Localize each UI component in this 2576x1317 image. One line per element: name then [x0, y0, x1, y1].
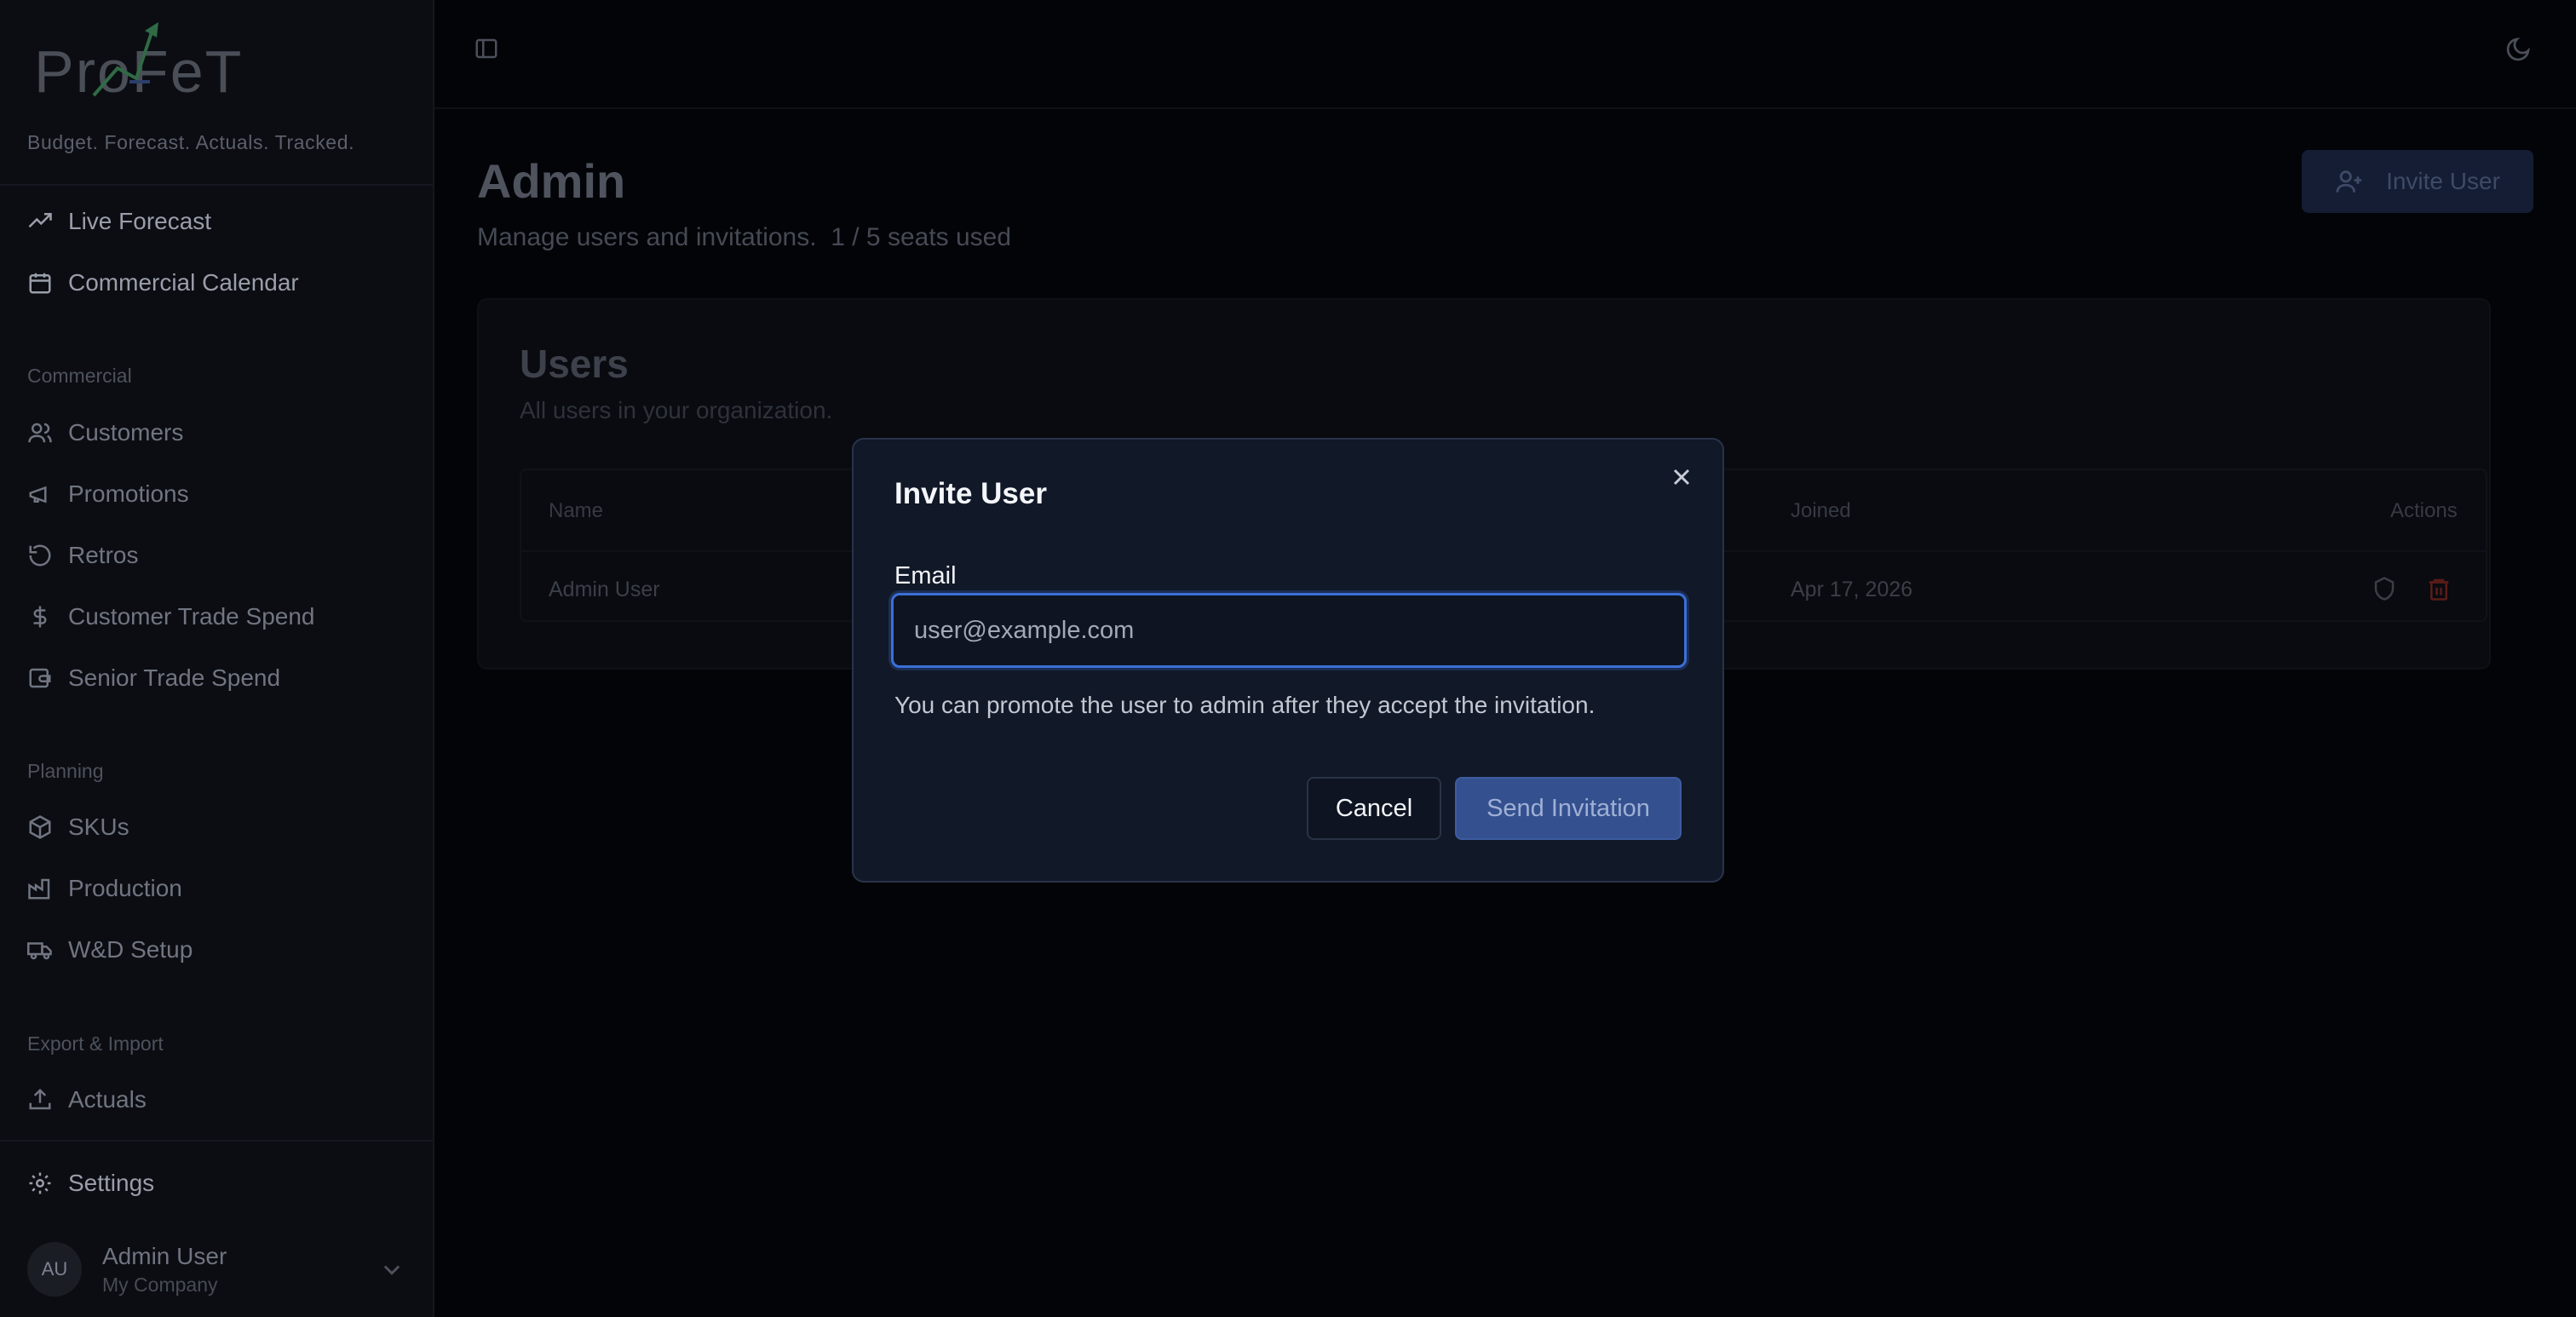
chevron-down-icon[interactable]: [380, 1257, 404, 1281]
sidebar-item-label: Settings: [68, 1170, 155, 1196]
sidebar-item-label: Customer Trade Spend: [68, 603, 315, 630]
shield-icon[interactable]: [2372, 576, 2397, 601]
megaphone-icon: [29, 486, 47, 503]
sidebar-item-actuals[interactable]: Actuals: [27, 1076, 147, 1124]
sidebar-toggle-icon[interactable]: [474, 36, 499, 61]
send-invitation-button[interactable]: Send Invitation: [1455, 777, 1682, 840]
profet-logo: ProFeT: [34, 22, 241, 105]
sidebar-item-settings[interactable]: Settings: [27, 1159, 154, 1207]
upload-icon: [29, 1088, 51, 1110]
dollar-sign-icon: [33, 606, 47, 628]
calendar-icon: [29, 273, 51, 294]
sidebar-item-label: Commercial Calendar: [68, 269, 299, 296]
user-info: Admin User My Company: [102, 1243, 227, 1297]
user-plus-icon: [2336, 170, 2362, 193]
user-company: My Company: [102, 1273, 218, 1296]
invite-user-button[interactable]: Invite User: [2302, 150, 2533, 213]
cancel-button[interactable]: Cancel: [1307, 777, 1441, 840]
sidebar-item-label: W&D Setup: [68, 936, 193, 963]
sidebar-item-label: Promotions: [68, 480, 189, 507]
close-icon[interactable]: [1668, 463, 1695, 491]
sidebar-item-wd-setup[interactable]: W&D Setup: [27, 926, 193, 974]
truck-icon: [27, 942, 52, 960]
rotate-ccw-icon: [29, 544, 51, 566]
sidebar-item-commercial-calendar[interactable]: Commercial Calendar: [27, 259, 299, 307]
sidebar-item-promotions[interactable]: Promotions: [27, 470, 189, 518]
page-title: Admin: [477, 154, 626, 208]
trending-up-icon: [28, 213, 52, 228]
users-card-title: Users: [520, 342, 629, 386]
section-label-export-import: Export & Import: [27, 1032, 164, 1055]
gear-icon: [29, 1172, 51, 1194]
moon-icon[interactable]: [2504, 36, 2532, 63]
sidebar-item-label: Live Forecast: [68, 208, 212, 234]
factory-icon: [28, 878, 50, 900]
column-header-joined[interactable]: Joined: [1791, 499, 1851, 523]
wallet-icon: [29, 668, 51, 688]
user-row-name: Admin User: [549, 578, 660, 601]
top-bar: [434, 0, 2576, 109]
users-card-description: All users in your organization.: [520, 397, 833, 423]
sidebar-item-customers[interactable]: Customers: [27, 409, 183, 457]
email-field[interactable]: [891, 593, 1687, 668]
sidebar-item-label: Customers: [68, 419, 184, 446]
user-name: Admin User: [102, 1242, 227, 1269]
sidebar-item-label: Retros: [68, 542, 139, 568]
column-header-actions: Actions: [2390, 499, 2458, 522]
avatar: AU: [27, 1242, 82, 1297]
section-label-planning: Planning: [27, 760, 104, 782]
section-label-commercial: Commercial: [27, 365, 132, 387]
brand-tagline: Budget. Forecast. Actuals. Tracked.: [27, 131, 355, 153]
sidebar-item-label: Senior Trade Spend: [68, 664, 281, 691]
invite-hint: You can promote the user to admin after …: [894, 692, 1596, 718]
sidebar-item-customer-trade-spend[interactable]: Customer Trade Spend: [27, 593, 315, 641]
email-label: Email: [894, 562, 957, 589]
sidebar-item-production[interactable]: Production: [27, 865, 182, 912]
sidebar-divider: [0, 184, 433, 186]
user-row-joined: Apr 17, 2026: [1791, 578, 1913, 601]
trash-icon[interactable]: [2426, 576, 2452, 601]
sidebar-item-skus[interactable]: SKUs: [27, 803, 129, 851]
package-icon: [29, 815, 51, 839]
invite-user-label: Invite User: [2386, 168, 2500, 194]
sidebar-item-label: Production: [68, 875, 182, 901]
sidebar-divider: [0, 1140, 433, 1142]
sidebar-item-senior-trade-spend[interactable]: Senior Trade Spend: [27, 654, 280, 702]
page-subtitle: Manage users and invitations. 1 / 5 seat…: [477, 223, 1012, 251]
dialog-title: Invite User: [894, 477, 1047, 510]
sidebar-item-retros[interactable]: Retros: [27, 532, 138, 579]
sidebar-item-label: Actuals: [68, 1086, 147, 1113]
sidebar-item-live-forecast[interactable]: Live Forecast: [27, 198, 211, 245]
users-icon: [28, 423, 52, 443]
column-header-name[interactable]: Name: [549, 499, 603, 523]
user-menu[interactable]: AU Admin User My Company: [27, 1242, 227, 1297]
sidebar-item-label: SKUs: [68, 814, 129, 840]
